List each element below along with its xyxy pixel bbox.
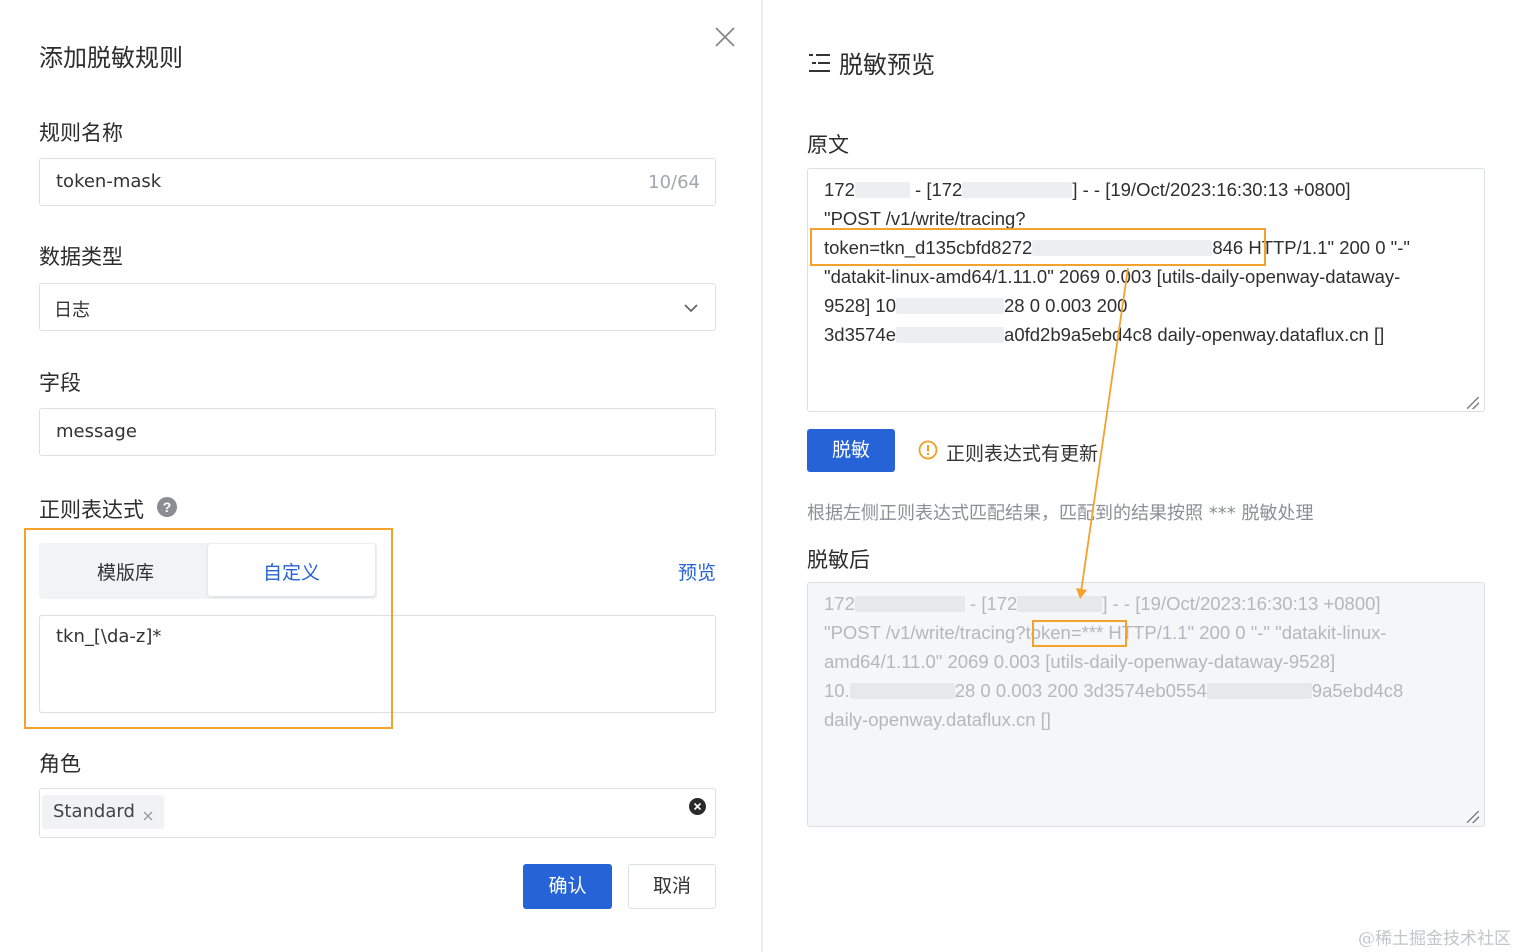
connector-arrow-icon [1076,267,1129,599]
watermark: @稀土掘金技术社区 [1358,929,1511,949]
